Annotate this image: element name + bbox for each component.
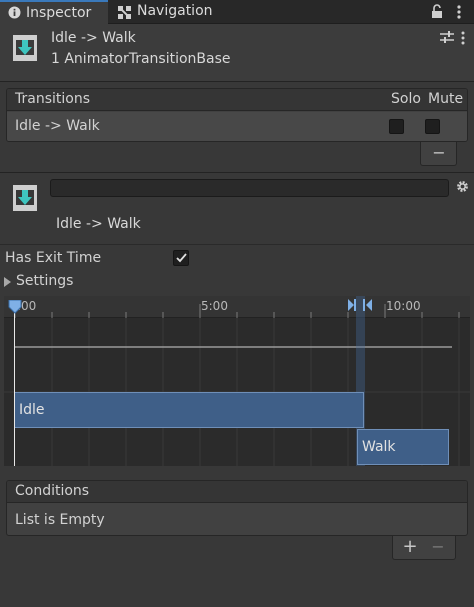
header-more-icon[interactable] — [460, 30, 466, 46]
tick-label-5: 5:00 — [201, 299, 228, 313]
preset-sliders-icon[interactable] — [440, 31, 454, 43]
transitions-heading: Transitions — [15, 91, 90, 107]
transition-row[interactable]: Idle -> Walk — [7, 112, 467, 141]
transition-timeline[interactable]: :00 5:00 10:00 Idle Walk — [4, 296, 470, 466]
transition-icon — [13, 35, 37, 61]
playhead-line — [14, 310, 15, 466]
has-exit-time-checkbox[interactable] — [173, 250, 189, 266]
transition-detail-label: Idle -> Walk — [56, 216, 141, 232]
mute-checkbox[interactable] — [425, 119, 440, 134]
conditions-empty-text: List is Empty — [15, 512, 105, 528]
transition-row-label: Idle -> Walk — [15, 118, 100, 134]
settings-foldout[interactable]: Settings — [0, 272, 120, 292]
source-state-bar[interactable]: Idle — [14, 392, 364, 428]
info-icon — [8, 6, 21, 19]
destination-state-bar[interactable]: Walk — [357, 429, 449, 465]
transition-name-input[interactable] — [50, 179, 449, 197]
header-title: Idle -> Walk — [51, 30, 136, 46]
lock-icon[interactable] — [431, 4, 443, 19]
checkmark-icon — [176, 253, 187, 263]
transitions-list: Transitions Solo Mute Idle -> Walk — [6, 88, 468, 142]
tab-navigation[interactable]: Navigation — [112, 0, 222, 24]
remove-condition-button[interactable]: − — [425, 536, 451, 558]
transitions-header: Transitions Solo Mute — [7, 89, 467, 111]
tab-inspector-label: Inspector — [26, 5, 92, 21]
transition-detail-icon — [13, 185, 37, 211]
conditions-header: Conditions — [7, 481, 467, 503]
settings-label: Settings — [16, 273, 74, 289]
conditions-list: Conditions List is Empty — [6, 480, 468, 536]
mute-column-label: Mute — [428, 91, 464, 107]
header-subtitle: 1 AnimatorTransitionBase — [51, 51, 231, 67]
remove-transition-button[interactable]: − — [421, 142, 457, 164]
conditions-heading: Conditions — [15, 483, 90, 499]
solo-column-label: Solo — [391, 91, 421, 107]
tab-navigation-label: Navigation — [137, 3, 213, 19]
source-state-label: Idle — [19, 402, 45, 418]
foldout-arrow-icon — [4, 277, 11, 287]
transition-range-handles-icon[interactable] — [347, 298, 373, 312]
tab-inspector[interactable]: Inspector — [0, 0, 108, 24]
transitions-footer: − — [420, 142, 457, 166]
solo-checkbox[interactable] — [389, 119, 404, 134]
more-menu-icon[interactable] — [456, 4, 462, 20]
add-condition-button[interactable]: + — [397, 536, 423, 558]
destination-state-label: Walk — [362, 439, 396, 455]
playhead-marker-icon[interactable] — [8, 300, 22, 314]
navigation-grid-icon — [118, 6, 131, 19]
has-exit-time-label: Has Exit Time — [5, 250, 102, 266]
gear-icon[interactable] — [456, 180, 469, 193]
section-divider — [0, 244, 474, 245]
conditions-footer: + − — [392, 536, 456, 560]
tick-label-10: 10:00 — [386, 299, 421, 313]
section-divider — [0, 172, 474, 173]
